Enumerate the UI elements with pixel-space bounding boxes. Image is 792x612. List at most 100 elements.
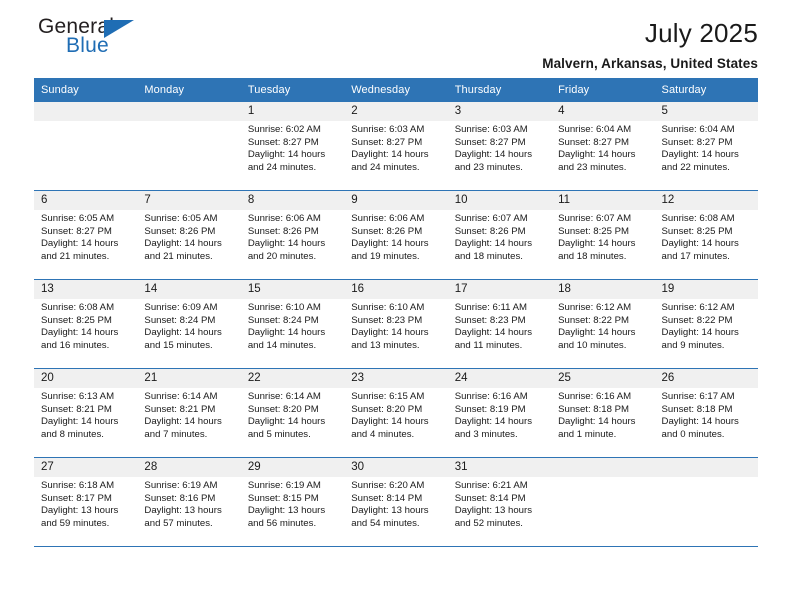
calendar-day-cell[interactable]: 30 Sunrise: 6:20 AM Sunset: 8:14 PM Dayligh… — [344, 457, 448, 546]
sunrise-time: Sunrise: 6:11 AM — [454, 302, 528, 313]
calendar-day-cell[interactable]: 27 Sunrise: 6:18 AM Sunset: 8:17 PM Dayligh… — [34, 457, 138, 546]
day-number: 21 — [137, 369, 241, 388]
calendar-day-cell[interactable]: 12 Sunrise: 6:08 AM Sunset: 8:25 PM Dayligh… — [654, 190, 758, 280]
calendar-day-cell[interactable]: 25 Sunrise: 6:16 AM Sunset: 8:18 PM Dayligh… — [551, 368, 655, 458]
daylight-duration-line2: and 24 minutes. — [351, 161, 420, 173]
sunrise-time: Sunrise: 6:03 AM — [454, 124, 528, 135]
calendar-day-cell[interactable]: 10 Sunrise: 6:07 AM Sunset: 8:26 PM Dayligh… — [447, 190, 552, 280]
sunrise-time: Sunrise: 6:04 AM — [661, 124, 735, 135]
calendar-day-cell[interactable]: 19 Sunrise: 6:12 AM Sunset: 8:22 PM Dayligh… — [654, 279, 758, 369]
sunrise-time: Sunrise: 6:06 AM — [351, 213, 425, 224]
calendar-day-cell[interactable]: 2 Sunrise: 6:03 AM Sunset: 8:27 PM Daylight… — [344, 102, 448, 191]
sunset-time: Sunset: 8:26 PM — [247, 225, 319, 237]
daylight-duration-line2: and 3 minutes. — [454, 428, 518, 440]
calendar-day-cell[interactable]: 23 Sunrise: 6:15 AM Sunset: 8:20 PM Dayligh… — [344, 368, 448, 458]
calendar-day-cell[interactable]: 6 Sunrise: 6:05 AM Sunset: 8:27 PM Daylight… — [34, 190, 138, 280]
calendar-day-cell[interactable]: 9 Sunrise: 6:06 AM Sunset: 8:26 PM Daylight… — [344, 190, 448, 280]
sunrise-time: Sunrise: 6:02 AM — [247, 124, 321, 135]
calendar-week-row: 1 Sunrise: 6:02 AM Sunset: 8:27 PM Daylight… — [34, 102, 758, 191]
sunrise-time: Sunrise: 6:14 AM — [247, 391, 321, 402]
calendar-day-cell[interactable]: 5 Sunrise: 6:04 AM Sunset: 8:27 PM Daylight… — [654, 102, 758, 191]
sunrise-time: Sunrise: 6:05 AM — [41, 213, 115, 224]
generalblue-logo[interactable]: General Blue — [34, 16, 168, 64]
calendar-day-cell[interactable]: 3 Sunrise: 6:03 AM Sunset: 8:27 PM Daylight… — [447, 102, 552, 191]
page-header: General Blue July 2025 Malvern, Arkansas… — [34, 0, 758, 72]
daylight-duration-line2: and 57 minutes. — [144, 517, 213, 529]
daylight-duration-line1: Daylight: 14 hours — [661, 149, 739, 161]
daylight-duration-line1: Daylight: 13 hours — [351, 505, 429, 517]
day-number: 12 — [654, 191, 758, 210]
calendar-day-cell[interactable]: 8 Sunrise: 6:06 AM Sunset: 8:26 PM Daylight… — [240, 190, 345, 280]
day-details: Sunrise: 6:03 AM Sunset: 8:27 PM Daylight:… — [344, 121, 447, 174]
sunset-time: Sunset: 8:14 PM — [351, 492, 423, 504]
day-details: Sunrise: 6:17 AM Sunset: 8:18 PM Daylight:… — [655, 388, 758, 441]
daylight-duration-line1: Daylight: 14 hours — [41, 416, 119, 428]
sunset-time: Sunset: 8:21 PM — [41, 403, 112, 415]
calendar-day-cell[interactable]: 26 Sunrise: 6:17 AM Sunset: 8:18 PM Dayligh… — [654, 368, 758, 458]
calendar-day-cell[interactable]: 14 Sunrise: 6:09 AM Sunset: 8:24 PM Dayligh… — [137, 279, 241, 369]
daylight-duration-line2: and 18 minutes. — [558, 250, 627, 262]
sunrise-time: Sunrise: 6:12 AM — [661, 302, 735, 313]
calendar-week-row: 6 Sunrise: 6:05 AM Sunset: 8:27 PM Daylight… — [34, 190, 758, 280]
sunset-time: Sunset: 8:24 PM — [144, 314, 216, 326]
calendar-day-cell[interactable]: 15 Sunrise: 6:10 AM Sunset: 8:24 PM Dayligh… — [240, 279, 345, 369]
daylight-duration-line2: and 14 minutes. — [247, 339, 317, 351]
sunrise-time: Sunrise: 6:16 AM — [454, 391, 528, 402]
calendar-day-cell[interactable]: 16 Sunrise: 6:10 AM Sunset: 8:23 PM Dayligh… — [344, 279, 448, 369]
daylight-duration-line1: Daylight: 14 hours — [661, 327, 739, 339]
calendar-day-cell[interactable]: 28 Sunrise: 6:19 AM Sunset: 8:16 PM Dayligh… — [137, 457, 241, 546]
sunrise-time: Sunrise: 6:16 AM — [558, 391, 632, 402]
daylight-duration-line1: Daylight: 14 hours — [558, 327, 636, 339]
day-details: Sunrise: 6:18 AM Sunset: 8:17 PM Daylight:… — [34, 477, 137, 530]
day-number: 9 — [344, 191, 448, 210]
daylight-duration-line1: Daylight: 14 hours — [351, 149, 429, 161]
sunset-time: Sunset: 8:23 PM — [454, 314, 526, 326]
daylight-duration-line1: Daylight: 13 hours — [144, 505, 222, 517]
weekday-header-saturday: Saturday — [654, 78, 758, 102]
daylight-duration-line2: and 9 minutes. — [661, 339, 725, 351]
daylight-duration-line2: and 21 minutes. — [144, 250, 213, 262]
calendar-day-cell[interactable]: 17 Sunrise: 6:11 AM Sunset: 8:23 PM Dayligh… — [447, 279, 552, 369]
daylight-duration-line2: and 52 minutes. — [454, 517, 523, 529]
sunrise-time: Sunrise: 6:08 AM — [661, 213, 735, 224]
calendar-header-row: Sunday Monday Tuesday Wednesday Thursday… — [34, 78, 758, 102]
daylight-duration-line1: Daylight: 14 hours — [558, 238, 636, 250]
calendar-day-cell[interactable]: 11 Sunrise: 6:07 AM Sunset: 8:25 PM Dayligh… — [551, 190, 655, 280]
logo-triangle-icon — [104, 20, 134, 38]
calendar-day-cell[interactable]: 1 Sunrise: 6:02 AM Sunset: 8:27 PM Daylight… — [240, 102, 345, 191]
calendar-day-cell[interactable]: 4 Sunrise: 6:04 AM Sunset: 8:27 PM Daylight… — [551, 102, 655, 191]
calendar-day-cell[interactable]: 22 Sunrise: 6:14 AM Sunset: 8:20 PM Dayligh… — [240, 368, 345, 458]
calendar-day-cell[interactable]: 29 Sunrise: 6:19 AM Sunset: 8:15 PM Dayligh… — [240, 457, 345, 546]
sunset-time: Sunset: 8:27 PM — [454, 136, 526, 148]
daylight-duration-line1: Daylight: 14 hours — [144, 327, 222, 339]
day-number: 6 — [34, 191, 138, 210]
day-number: 24 — [447, 369, 552, 388]
sunset-time: Sunset: 8:24 PM — [247, 314, 319, 326]
calendar-day-cell[interactable]: 13 Sunrise: 6:08 AM Sunset: 8:25 PM Dayligh… — [34, 279, 138, 369]
sunset-time: Sunset: 8:16 PM — [144, 492, 216, 504]
calendar-day-cell[interactable]: 7 Sunrise: 6:05 AM Sunset: 8:26 PM Daylight… — [137, 190, 241, 280]
daylight-duration-line2: and 0 minutes. — [661, 428, 725, 440]
day-number: 2 — [344, 102, 448, 121]
calendar-day-cell[interactable]: 21 Sunrise: 6:14 AM Sunset: 8:21 PM Dayligh… — [137, 368, 241, 458]
calendar-day-cell[interactable]: 31 Sunrise: 6:21 AM Sunset: 8:14 PM Dayligh… — [447, 457, 552, 546]
calendar-day-cell[interactable]: 18 Sunrise: 6:12 AM Sunset: 8:22 PM Dayligh… — [551, 279, 655, 369]
day-number: 29 — [240, 458, 345, 477]
day-details: Sunrise: 6:05 AM Sunset: 8:27 PM Daylight:… — [34, 210, 137, 263]
day-details: Sunrise: 6:12 AM Sunset: 8:22 PM Daylight:… — [655, 299, 758, 352]
day-number: 23 — [344, 369, 448, 388]
daylight-duration-line1: Daylight: 14 hours — [41, 327, 119, 339]
day-number: 7 — [137, 191, 241, 210]
daylight-duration-line2: and 11 minutes. — [454, 339, 523, 351]
weekday-header-sunday: Sunday — [34, 78, 138, 102]
calendar-day-cell[interactable]: 24 Sunrise: 6:16 AM Sunset: 8:19 PM Dayligh… — [447, 368, 552, 458]
title-block: July 2025 Malvern, Arkansas, United Stat… — [542, 16, 758, 74]
sunrise-time: Sunrise: 6:21 AM — [454, 480, 528, 491]
day-number: 11 — [551, 191, 655, 210]
daylight-duration-line1: Daylight: 14 hours — [144, 416, 222, 428]
daylight-duration-line1: Daylight: 14 hours — [351, 327, 429, 339]
sunset-time: Sunset: 8:27 PM — [661, 136, 733, 148]
calendar-day-cell[interactable]: 20 Sunrise: 6:13 AM Sunset: 8:21 PM Dayligh… — [34, 368, 138, 458]
sunset-time: Sunset: 8:27 PM — [351, 136, 423, 148]
day-details: Sunrise: 6:16 AM Sunset: 8:18 PM Daylight:… — [551, 388, 654, 441]
